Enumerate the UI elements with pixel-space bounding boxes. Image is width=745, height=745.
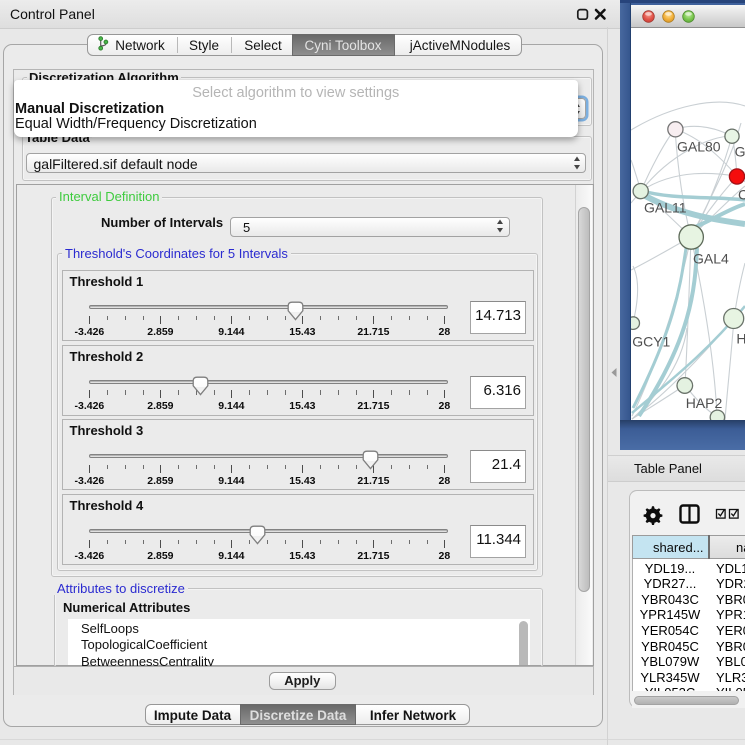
- svg-text:C: C: [738, 186, 745, 202]
- svg-text:GA: GA: [735, 143, 745, 159]
- svg-text:GCY1: GCY1: [632, 333, 670, 349]
- svg-text:HAP2: HAP2: [686, 395, 723, 411]
- svg-text:GAL80: GAL80: [677, 138, 721, 154]
- svg-text:H: H: [736, 330, 745, 346]
- svg-text:GAL11: GAL11: [644, 199, 687, 215]
- svg-text:GAL4: GAL4: [693, 250, 729, 266]
